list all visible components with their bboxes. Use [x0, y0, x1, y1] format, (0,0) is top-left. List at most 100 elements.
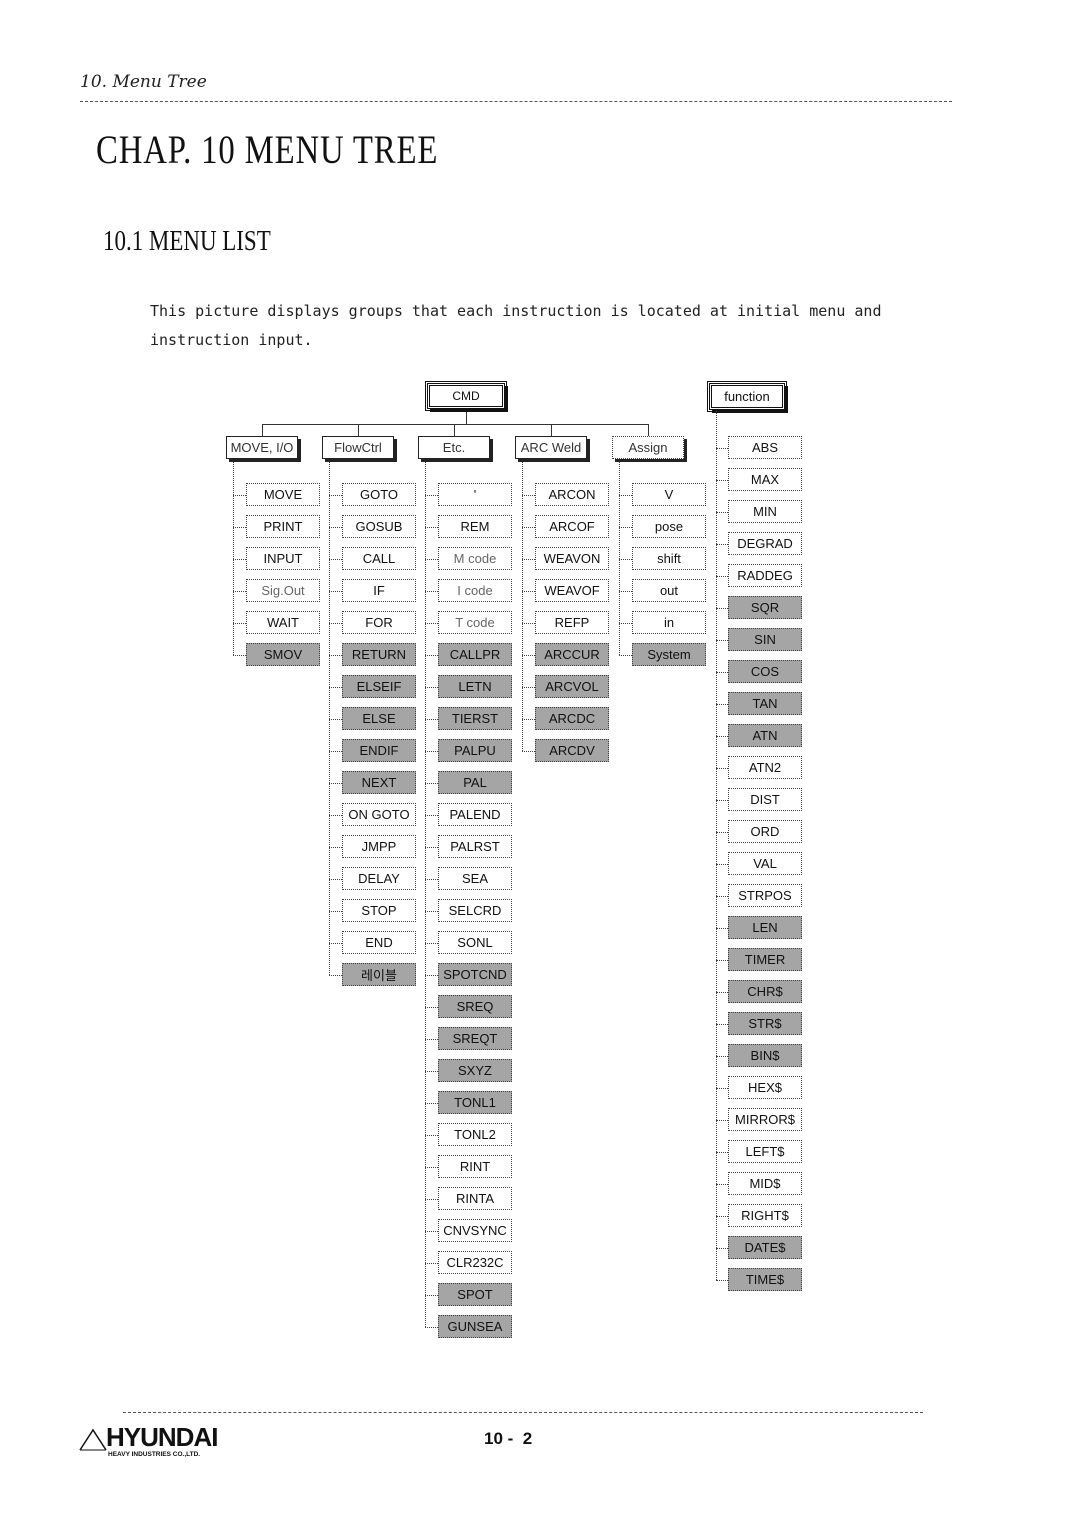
menu-item-elseif[interactable]: ELSEIF	[342, 675, 416, 698]
menu-item-v[interactable]: V	[632, 483, 706, 506]
function-item-tan[interactable]: TAN	[728, 692, 802, 715]
menu-item-stop[interactable]: STOP	[342, 899, 416, 922]
menu-item-palpu[interactable]: PALPU	[438, 739, 512, 762]
menu-item-shift[interactable]: shift	[632, 547, 706, 570]
function-item-time[interactable]: TIME$	[728, 1268, 802, 1291]
menu-item-next[interactable]: NEXT	[342, 771, 416, 794]
function-item-strpos[interactable]: STRPOS	[728, 884, 802, 907]
category-etc[interactable]: Etc.	[418, 436, 490, 459]
function-item-abs[interactable]: ABS	[728, 436, 802, 459]
function-item-atn2[interactable]: ATN2	[728, 756, 802, 779]
menu-item-weavof[interactable]: WEAVOF	[535, 579, 609, 602]
menu-item-sxyz[interactable]: SXYZ	[438, 1059, 512, 1082]
menu-item-sreqt[interactable]: SREQT	[438, 1027, 512, 1050]
menu-item-else[interactable]: ELSE	[342, 707, 416, 730]
menu-item-arcdc[interactable]: ARCDC	[535, 707, 609, 730]
menu-item-arcof[interactable]: ARCOF	[535, 515, 609, 538]
menu-item-cnvsync[interactable]: CNVSYNC	[438, 1219, 512, 1242]
menu-item-palend[interactable]: PALEND	[438, 803, 512, 826]
menu-item-goto[interactable]: GOTO	[342, 483, 416, 506]
menu-item-item[interactable]: 레이블	[342, 963, 416, 986]
category-arc-weld[interactable]: ARC Weld	[515, 436, 587, 459]
item-branch	[329, 782, 342, 784]
menu-item-for[interactable]: FOR	[342, 611, 416, 634]
function-item-sin[interactable]: SIN	[728, 628, 802, 651]
menu-item-print[interactable]: PRINT	[246, 515, 320, 538]
function-item-atn[interactable]: ATN	[728, 724, 802, 747]
function-item-hex[interactable]: HEX$	[728, 1076, 802, 1099]
menu-item-endif[interactable]: ENDIF	[342, 739, 416, 762]
menu-item-pose[interactable]: pose	[632, 515, 706, 538]
menu-item-palrst[interactable]: PALRST	[438, 835, 512, 858]
item-branch	[425, 1326, 438, 1328]
category-assign[interactable]: Assign	[612, 436, 684, 459]
menu-item-system[interactable]: System	[632, 643, 706, 666]
function-item-left[interactable]: LEFT$	[728, 1140, 802, 1163]
menu-item-jmpp[interactable]: JMPP	[342, 835, 416, 858]
menu-item-clr232c[interactable]: CLR232C	[438, 1251, 512, 1274]
menu-item-end[interactable]: END	[342, 931, 416, 954]
function-item-bin[interactable]: BIN$	[728, 1044, 802, 1067]
menu-item-tonl2[interactable]: TONL2	[438, 1123, 512, 1146]
menu-item-sonl[interactable]: SONL	[438, 931, 512, 954]
menu-item-m-code[interactable]: M code	[438, 547, 512, 570]
menu-item-refp[interactable]: REFP	[535, 611, 609, 634]
function-item-timer[interactable]: TIMER	[728, 948, 802, 971]
category-flowctrl[interactable]: FlowCtrl	[322, 436, 394, 459]
menu-item-label: DELAY	[358, 871, 400, 886]
function-item-mirror[interactable]: MIRROR$	[728, 1108, 802, 1131]
function-item-date[interactable]: DATE$	[728, 1236, 802, 1259]
menu-item-arcdv[interactable]: ARCDV	[535, 739, 609, 762]
menu-item-label: ARCDC	[548, 711, 596, 726]
menu-item-sig-out[interactable]: Sig.Out	[246, 579, 320, 602]
menu-item-spotcnd[interactable]: SPOTCND	[438, 963, 512, 986]
menu-item-gunsea[interactable]: GUNSEA	[438, 1315, 512, 1338]
category-move-i-o[interactable]: MOVE, I/O	[226, 436, 298, 459]
function-item-right[interactable]: RIGHT$	[728, 1204, 802, 1227]
function-item-ord[interactable]: ORD	[728, 820, 802, 843]
menu-item-spot[interactable]: SPOT	[438, 1283, 512, 1306]
menu-item-rem[interactable]: REM	[438, 515, 512, 538]
menu-item-if[interactable]: IF	[342, 579, 416, 602]
function-item-raddeg[interactable]: RADDEG	[728, 564, 802, 587]
menu-item-t-code[interactable]: T code	[438, 611, 512, 634]
function-item-len[interactable]: LEN	[728, 916, 802, 939]
menu-item-item[interactable]: '	[438, 483, 512, 506]
menu-item-move[interactable]: MOVE	[246, 483, 320, 506]
menu-item-pal[interactable]: PAL	[438, 771, 512, 794]
menu-item-letn[interactable]: LETN	[438, 675, 512, 698]
menu-item-tonl1[interactable]: TONL1	[438, 1091, 512, 1114]
menu-item-rint[interactable]: RINT	[438, 1155, 512, 1178]
menu-item-on-goto[interactable]: ON GOTO	[342, 803, 416, 826]
function-item-dist[interactable]: DIST	[728, 788, 802, 811]
menu-item-i-code[interactable]: I code	[438, 579, 512, 602]
menu-item-rinta[interactable]: RINTA	[438, 1187, 512, 1210]
menu-item-gosub[interactable]: GOSUB	[342, 515, 416, 538]
function-item-min[interactable]: MIN	[728, 500, 802, 523]
function-item-mid[interactable]: MID$	[728, 1172, 802, 1195]
menu-item-arcon[interactable]: ARCON	[535, 483, 609, 506]
menu-item-arccur[interactable]: ARCCUR	[535, 643, 609, 666]
menu-item-tierst[interactable]: TIERST	[438, 707, 512, 730]
menu-item-return[interactable]: RETURN	[342, 643, 416, 666]
menu-item-callpr[interactable]: CALLPR	[438, 643, 512, 666]
menu-item-weavon[interactable]: WEAVON	[535, 547, 609, 570]
menu-item-sreq[interactable]: SREQ	[438, 995, 512, 1018]
menu-item-delay[interactable]: DELAY	[342, 867, 416, 890]
function-item-max[interactable]: MAX	[728, 468, 802, 491]
menu-item-selcrd[interactable]: SELCRD	[438, 899, 512, 922]
function-item-str[interactable]: STR$	[728, 1012, 802, 1035]
menu-item-in[interactable]: in	[632, 611, 706, 634]
menu-item-wait[interactable]: WAIT	[246, 611, 320, 634]
function-item-degrad[interactable]: DEGRAD	[728, 532, 802, 555]
function-item-chr[interactable]: CHR$	[728, 980, 802, 1003]
menu-item-sea[interactable]: SEA	[438, 867, 512, 890]
menu-item-arcvol[interactable]: ARCVOL	[535, 675, 609, 698]
menu-item-out[interactable]: out	[632, 579, 706, 602]
menu-item-smov[interactable]: SMOV	[246, 643, 320, 666]
function-item-val[interactable]: VAL	[728, 852, 802, 875]
menu-item-input[interactable]: INPUT	[246, 547, 320, 570]
function-item-sqr[interactable]: SQR	[728, 596, 802, 619]
menu-item-call[interactable]: CALL	[342, 547, 416, 570]
function-item-cos[interactable]: COS	[728, 660, 802, 683]
